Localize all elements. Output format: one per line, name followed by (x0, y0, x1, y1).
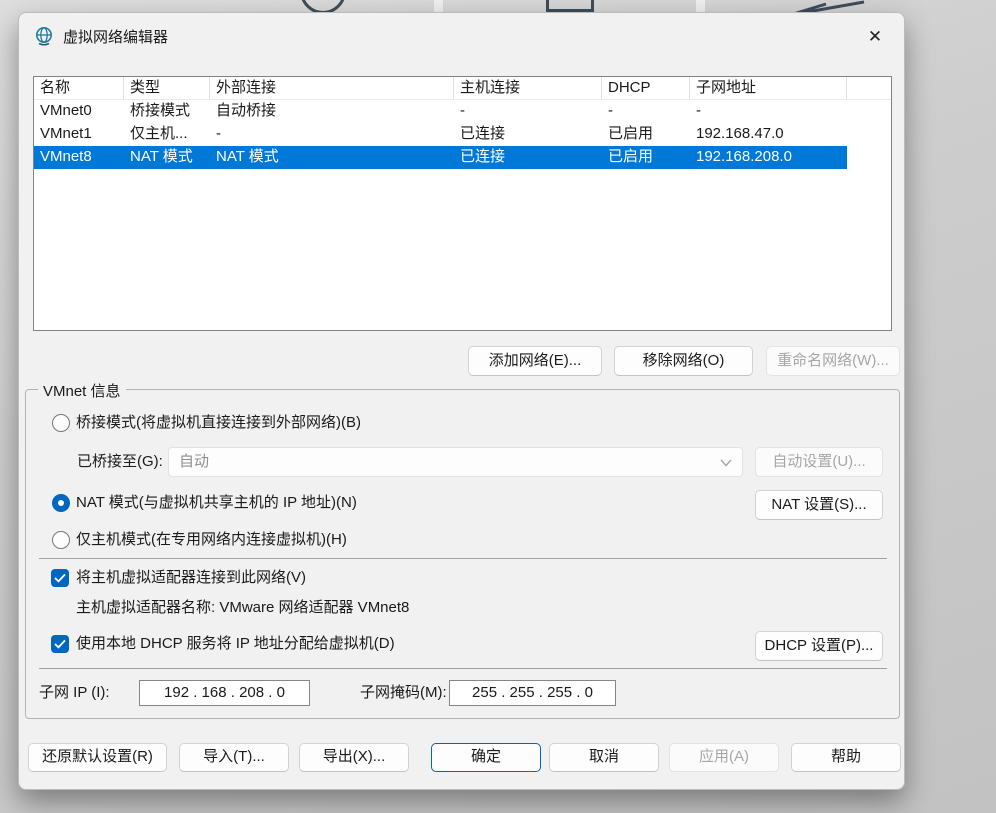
column-header-type[interactable]: 类型 (124, 77, 210, 100)
virtual-network-editor-dialog: 虚拟网络编辑器 ✕ 名称 类型 外部连接 主机连接 DHCP 子网地址 VMne… (18, 12, 905, 790)
dhcp-settings-button[interactable]: DHCP 设置(P)... (755, 631, 883, 661)
cell-filler (847, 123, 891, 146)
bridged-to-label: 已桥接至(G): (77, 453, 163, 471)
close-button[interactable]: ✕ (856, 21, 894, 53)
column-header-external[interactable]: 外部连接 (210, 77, 454, 100)
cell-filler (847, 100, 891, 123)
cell: 192.168.208.0 (690, 146, 847, 169)
bridged-mode-label: 桥接模式(将虚拟机直接连接到外部网络)(B) (76, 414, 361, 432)
background-square-icon (546, 0, 594, 12)
cell: 仅主机... (124, 123, 210, 146)
cell: 自动桥接 (210, 100, 454, 123)
add-network-button[interactable]: 添加网络(E)... (468, 346, 602, 376)
cell: 桥接模式 (124, 100, 210, 123)
restore-defaults-button[interactable]: 还原默认设置(R) (28, 743, 167, 772)
globe-icon (34, 26, 54, 46)
cell-filler (847, 146, 891, 169)
cell: - (210, 123, 454, 146)
subnet-ip-label: 子网 IP (I): (39, 684, 110, 702)
column-header-dhcp[interactable]: DHCP (602, 77, 690, 100)
bridged-to-value: 自动 (179, 453, 209, 470)
list-header: 名称 类型 外部连接 主机连接 DHCP 子网地址 (34, 77, 891, 100)
help-button[interactable]: 帮助 (791, 743, 901, 772)
dhcp-checkbox[interactable] (51, 635, 69, 653)
bridged-mode-radio[interactable] (52, 414, 70, 432)
bridged-to-dropdown: 自动 (168, 447, 743, 477)
connect-adapter-checkbox[interactable] (51, 569, 69, 587)
table-row-vmnet0[interactable]: VMnet0 桥接模式 自动桥接 - - - (34, 100, 891, 123)
cell: 192.168.47.0 (690, 123, 847, 146)
separator (39, 558, 887, 559)
column-header-subnet[interactable]: 子网地址 (690, 77, 847, 100)
host-only-label: 仅主机模式(在专用网络内连接虚拟机)(H) (76, 531, 347, 549)
host-only-radio[interactable] (52, 531, 70, 549)
rename-network-button: 重命名网络(W)... (766, 346, 900, 376)
group-legend: VMnet 信息 (38, 380, 126, 401)
cell: - (602, 100, 690, 123)
cell: NAT 模式 (124, 146, 210, 169)
export-button[interactable]: 导出(X)... (299, 743, 409, 772)
cell: 已连接 (454, 146, 602, 169)
cell: VMnet1 (34, 123, 124, 146)
nat-mode-radio[interactable] (52, 494, 70, 512)
chevron-down-icon (720, 459, 732, 467)
window-title: 虚拟网络编辑器 (63, 26, 168, 47)
cell: NAT 模式 (210, 146, 454, 169)
connect-adapter-label: 将主机虚拟适配器连接到此网络(V) (76, 569, 306, 587)
cell: 已启用 (602, 123, 690, 146)
subnet-mask-field[interactable]: 255 . 255 . 255 . 0 (449, 680, 616, 706)
nat-settings-button[interactable]: NAT 设置(S)... (755, 490, 883, 520)
table-row-vmnet8-selected[interactable]: VMnet8 NAT 模式 NAT 模式 已连接 已启用 192.168.208… (34, 146, 891, 169)
cell: 已连接 (454, 123, 602, 146)
cell: VMnet8 (34, 146, 124, 169)
remove-network-button[interactable]: 移除网络(O) (614, 346, 753, 376)
check-icon (54, 639, 66, 649)
network-list: 名称 类型 外部连接 主机连接 DHCP 子网地址 VMnet0 桥接模式 自动… (33, 76, 892, 331)
import-button[interactable]: 导入(T)... (179, 743, 289, 772)
column-header-name[interactable]: 名称 (34, 77, 124, 100)
subnet-mask-label: 子网掩码(M): (360, 684, 447, 702)
check-icon (54, 573, 66, 583)
cancel-button[interactable]: 取消 (549, 743, 659, 772)
separator (39, 668, 887, 669)
cell: - (690, 100, 847, 123)
dhcp-label: 使用本地 DHCP 服务将 IP 地址分配给虚拟机(D) (76, 635, 395, 653)
subnet-ip-field[interactable]: 192 . 168 . 208 . 0 (139, 680, 310, 706)
apply-button: 应用(A) (669, 743, 779, 772)
table-row-vmnet1[interactable]: VMnet1 仅主机... - 已连接 已启用 192.168.47.0 (34, 123, 891, 146)
vmnet-info-group: VMnet 信息 桥接模式(将虚拟机直接连接到外部网络)(B) 已桥接至(G):… (25, 389, 900, 719)
adapter-name-label: 主机虚拟适配器名称: VMware 网络适配器 VMnet8 (76, 599, 409, 617)
cell: 已启用 (602, 146, 690, 169)
nat-mode-label: NAT 模式(与虚拟机共享主机的 IP 地址)(N) (76, 494, 357, 512)
auto-settings-button: 自动设置(U)... (755, 447, 883, 477)
titlebar: 虚拟网络编辑器 (19, 13, 904, 59)
column-header-filler (847, 77, 891, 100)
cell: - (454, 100, 602, 123)
cell: VMnet0 (34, 100, 124, 123)
column-header-hostconn[interactable]: 主机连接 (454, 77, 602, 100)
ok-button[interactable]: 确定 (431, 743, 541, 772)
